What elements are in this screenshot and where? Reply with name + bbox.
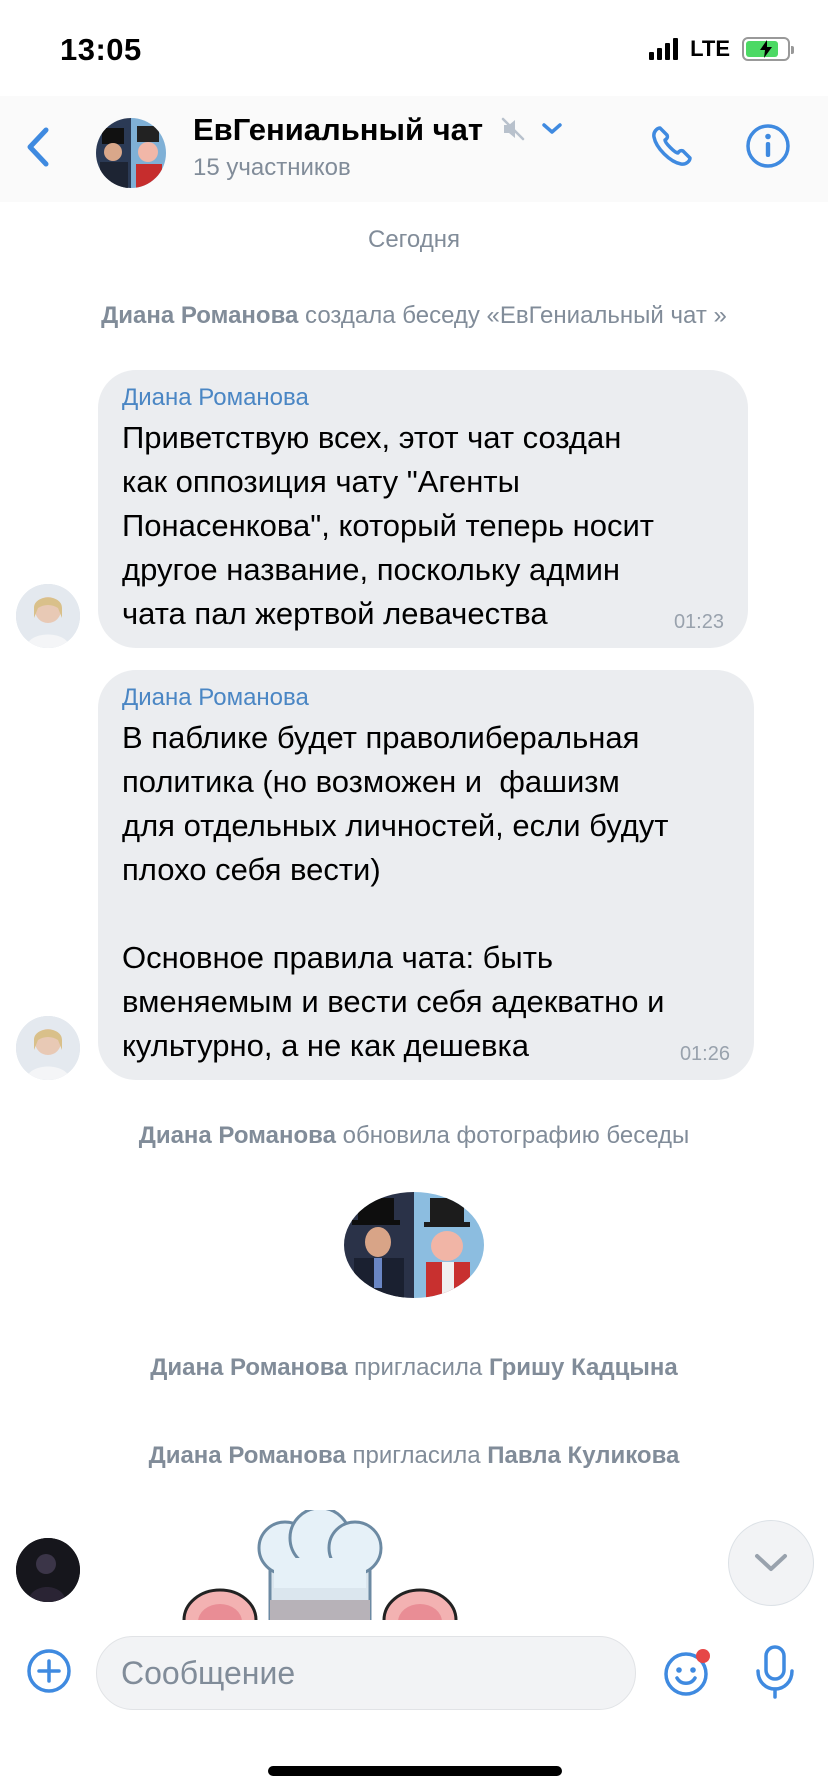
- muted-icon: [501, 117, 525, 141]
- network-label: LTE: [690, 36, 730, 61]
- message-bubble[interactable]: Диана Романова В паблике будет праволибе…: [98, 670, 754, 1080]
- info-icon[interactable]: [744, 122, 792, 170]
- status-bar: 13:05 LTE: [0, 0, 828, 96]
- signal-icon: [649, 38, 679, 60]
- message-time: 01:26: [679, 1043, 730, 1065]
- date-separator: Сегодня: [368, 226, 460, 253]
- event-text: пригласила: [352, 1442, 481, 1469]
- service-message: Диана Романова обновила фотографию бесед…: [0, 1122, 828, 1150]
- chat-title[interactable]: ЕвГениальный чат: [193, 112, 483, 148]
- microphone-icon[interactable]: [752, 1644, 798, 1700]
- service-message: Диана Романова пригласила Павла Куликова: [0, 1442, 828, 1470]
- home-indicator[interactable]: [268, 1766, 562, 1776]
- battery-icon: [742, 37, 794, 61]
- event-text: обновила фотографию беседы: [342, 1122, 690, 1149]
- event-actor[interactable]: Диана Романова: [150, 1354, 347, 1381]
- sender-avatar[interactable]: [16, 584, 80, 648]
- event-text: создала беседу «ЕвГениальный чат »: [305, 302, 727, 329]
- status-indicators: LTE: [649, 36, 794, 62]
- scroll-down-button[interactable]: [728, 1520, 814, 1606]
- back-icon[interactable]: [18, 122, 58, 172]
- message-text: Приветствую всех, этот чат создан как оп…: [122, 420, 654, 631]
- status-time: 13:05: [60, 32, 142, 67]
- chat-header: ЕвГениальный чат 15 участников: [0, 96, 828, 202]
- participants-count: 15 участников: [193, 154, 351, 181]
- event-target[interactable]: Гришу Кадцына: [489, 1354, 678, 1381]
- add-attachment-icon[interactable]: [26, 1648, 72, 1694]
- sender-avatar[interactable]: [16, 1016, 80, 1080]
- event-actor[interactable]: Диана Романова: [139, 1122, 336, 1149]
- emoji-icon[interactable]: [662, 1646, 714, 1698]
- message-input[interactable]: [96, 1636, 636, 1710]
- chat-avatar[interactable]: [96, 118, 166, 188]
- message-text: В паблике будет праволиберальная политик…: [122, 720, 669, 1063]
- event-text: пригласила: [354, 1354, 483, 1381]
- event-actor[interactable]: Диана Романова: [101, 302, 298, 329]
- event-actor[interactable]: Диана Романова: [149, 1442, 346, 1469]
- chevron-down-icon[interactable]: [540, 121, 564, 137]
- service-message: Диана Романова пригласила Гришу Кадцына: [0, 1354, 828, 1382]
- message-sender[interactable]: Диана Романова: [122, 384, 724, 412]
- message-sender[interactable]: Диана Романова: [122, 684, 730, 712]
- sender-avatar[interactable]: [16, 1538, 80, 1602]
- phone-icon[interactable]: [648, 122, 696, 170]
- sticker[interactable]: [170, 1510, 470, 1620]
- title-icons: [500, 116, 564, 142]
- chevron-down-icon: [755, 1554, 787, 1571]
- event-target[interactable]: Павла Куликова: [487, 1442, 679, 1469]
- message-time: 01:23: [673, 611, 724, 633]
- message-bubble[interactable]: Диана Романова Приветствую всех, этот ча…: [98, 370, 748, 648]
- service-message: Диана Романова создала беседу «ЕвГениаль…: [0, 302, 828, 330]
- chat-photo-thumbnail[interactable]: [344, 1192, 484, 1298]
